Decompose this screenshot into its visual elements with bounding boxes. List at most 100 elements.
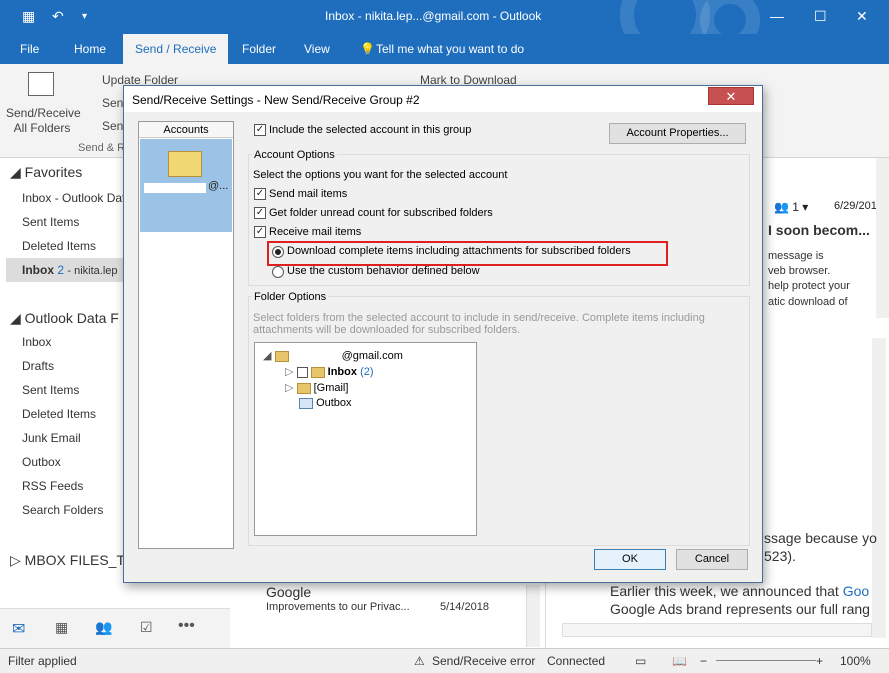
- reading-scrollbar[interactable]: [876, 158, 889, 318]
- folder-item[interactable]: Deleted Items: [22, 407, 96, 421]
- send-receive-all-icon[interactable]: [28, 72, 54, 96]
- folder-item-inbox-selected[interactable]: Inbox 2 - nikita.lep: [22, 263, 118, 277]
- folder-item[interactable]: Sent Items: [22, 383, 79, 397]
- zoom-out-icon[interactable]: −: [700, 654, 707, 668]
- tasks-icon[interactable]: ☑: [140, 619, 153, 636]
- folder-item[interactable]: Deleted Items: [22, 239, 96, 253]
- dialog-title-bar: Send/Receive Settings - New Send/Receive…: [124, 86, 762, 112]
- account-item-selected[interactable]: @...: [140, 139, 232, 232]
- tree-root-label: @gmail.com: [341, 350, 403, 362]
- folder-item[interactable]: Drafts: [22, 359, 54, 373]
- tree-inbox[interactable]: ▷ Inbox (2): [285, 365, 374, 378]
- folder-item[interactable]: Inbox: [22, 335, 51, 349]
- tree-gmail[interactable]: ▷ [Gmail]: [285, 381, 348, 394]
- cancel-button[interactable]: Cancel: [676, 549, 748, 570]
- tab-home[interactable]: Home: [70, 34, 110, 64]
- tell-me-box[interactable]: Tell me what you want to do: [372, 34, 528, 64]
- receive-mail-checkbox[interactable]: ✓: [254, 226, 266, 238]
- quick-access-dropdown-icon[interactable]: ▾: [82, 11, 87, 22]
- more-icon[interactable]: •••: [178, 617, 195, 635]
- zoom-level: 100%: [840, 654, 871, 668]
- collapse-arrow-icon[interactable]: ◢: [263, 350, 271, 362]
- folder-item[interactable]: Sent Items: [22, 215, 79, 229]
- list-scrollbar[interactable]: [526, 585, 540, 647]
- send-receive-all-button[interactable]: Send/Receive All Folders: [6, 106, 81, 136]
- tree-gmail-label: [Gmail]: [313, 382, 349, 394]
- info-line: veb browser.: [768, 265, 831, 277]
- zoom-in-icon[interactable]: +: [816, 654, 823, 668]
- tree-inbox-count: (2): [360, 366, 374, 378]
- reading-subject: I soon becom...: [768, 222, 870, 238]
- horizontal-scrollbar[interactable]: [562, 623, 872, 637]
- dialog-close-button[interactable]: ✕: [708, 87, 754, 105]
- tree-outbox[interactable]: Outbox: [299, 397, 352, 409]
- normal-view-icon[interactable]: ▭: [635, 654, 646, 668]
- tree-root[interactable]: ◢ @gmail.com: [263, 349, 403, 362]
- unread-count: 2: [57, 263, 65, 277]
- body-text: Earlier this week, we announced that: [610, 583, 843, 599]
- message-subject[interactable]: Improvements to our Privac...: [266, 601, 410, 613]
- people-icon[interactable]: 👥 1 ▾: [774, 200, 808, 214]
- mail-icon[interactable]: ✉: [12, 619, 25, 639]
- calendar-icon[interactable]: ▦: [55, 619, 68, 636]
- people-nav-icon[interactable]: 👥: [95, 619, 112, 636]
- folder-item[interactable]: Junk Email: [22, 431, 81, 445]
- account-name: @...: [208, 180, 229, 192]
- inbox-checkbox[interactable]: [296, 366, 308, 378]
- tree-inbox-label: Inbox: [327, 366, 357, 378]
- folder-unread-checkbox[interactable]: ✓: [254, 207, 266, 219]
- message-sender[interactable]: Google: [266, 584, 311, 600]
- favorites-header[interactable]: ◢ Favorites: [10, 164, 82, 181]
- outbox-icon: [299, 397, 313, 409]
- select-options-label: Select the options you want for the sele…: [253, 169, 508, 181]
- zoom-slider[interactable]: [716, 660, 816, 661]
- folder-icon: [310, 366, 325, 378]
- message-date: 5/14/2018: [440, 601, 489, 613]
- tab-view[interactable]: View: [300, 34, 334, 64]
- custom-behavior-radio[interactable]: [272, 266, 284, 278]
- mbox-header[interactable]: ▷ MBOX FILES_TH: [10, 552, 135, 569]
- expand-arrow-icon[interactable]: ▷: [285, 366, 293, 378]
- folder-item[interactable]: RSS Feeds: [22, 479, 83, 493]
- account-properties-button[interactable]: Account Properties...: [609, 123, 746, 144]
- folder-item[interactable]: Inbox - Outlook Dat: [22, 191, 125, 205]
- body-line: 523).: [764, 548, 796, 564]
- google-link[interactable]: Goo: [843, 583, 869, 599]
- people-count: 1: [792, 200, 799, 214]
- window-title: Inbox - nikita.lep...@gmail.com - Outloo…: [325, 9, 542, 23]
- outlook-data-header[interactable]: ◢ Outlook Data F: [10, 310, 119, 327]
- include-account-checkbox[interactable]: ✓: [254, 124, 266, 136]
- folder-icon: [296, 382, 311, 394]
- info-line: message is: [768, 250, 824, 262]
- tab-file[interactable]: File: [16, 34, 43, 64]
- info-line: atic download of: [768, 296, 848, 308]
- reading-view-icon[interactable]: 📖: [672, 654, 687, 668]
- download-complete-label: Download complete items including attach…: [287, 245, 631, 257]
- send-receive-error[interactable]: Send/Receive error: [432, 654, 535, 668]
- warning-icon: ⚠: [414, 654, 425, 668]
- download-complete-radio[interactable]: [272, 246, 284, 258]
- send-mail-checkbox[interactable]: ✓: [254, 188, 266, 200]
- connection-status: Connected: [547, 654, 606, 668]
- folder-label: Inbox: [22, 263, 54, 277]
- send-mail-label: Send mail items: [269, 188, 348, 200]
- maximize-icon[interactable]: ☐: [814, 8, 827, 25]
- expand-arrow-icon[interactable]: ▷: [285, 382, 293, 394]
- tab-folder[interactable]: Folder: [238, 34, 280, 64]
- title-decoration: [620, 0, 710, 34]
- redacted-email: [144, 183, 206, 193]
- folder-item[interactable]: Outbox: [22, 455, 61, 469]
- title-bar: ▦ ↶ ▾ Inbox - nikita.lep...@gmail.com - …: [0, 0, 889, 34]
- tab-send-receive[interactable]: Send / Receive: [123, 34, 229, 64]
- folder-options-header: Folder Options: [252, 291, 329, 303]
- accounts-list: Accounts @...: [138, 121, 234, 549]
- minimize-icon[interactable]: —: [770, 8, 784, 24]
- outlook-app-icon: ▦: [22, 8, 36, 24]
- folder-item[interactable]: Search Folders: [22, 503, 103, 517]
- body-scrollbar[interactable]: [872, 338, 886, 638]
- ok-button[interactable]: OK: [594, 549, 666, 570]
- close-window-icon[interactable]: ✕: [856, 8, 868, 25]
- undo-icon[interactable]: ↶: [52, 8, 64, 25]
- folder-unread-label: Get folder unread count for subscribed f…: [269, 207, 493, 219]
- status-bar: Filter applied ⚠ Send/Receive error Conn…: [0, 648, 889, 673]
